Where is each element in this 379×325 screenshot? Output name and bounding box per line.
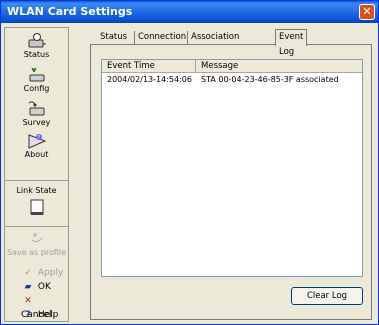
event-time-cell: 2004/02/13-14:54:06	[107, 75, 192, 84]
config-icon	[26, 66, 48, 84]
cancel-icon: ✕	[24, 296, 32, 306]
clear-log-button[interactable]: Clear Log	[291, 287, 363, 305]
survey-icon	[26, 100, 48, 118]
svg-text:?: ?	[37, 135, 40, 141]
about-icon: ?	[26, 132, 48, 150]
sidebar-item-label: Status	[23, 50, 50, 59]
title-bar[interactable]: WLAN Card Settings ✕	[1, 1, 378, 23]
divider	[5, 180, 68, 181]
event-log-list[interactable]: Event Time Message 2004/02/13-14:54:06 S…	[101, 59, 363, 277]
help-icon: ?	[25, 310, 31, 320]
apply-label: Apply	[37, 268, 64, 278]
sidebar-item-label: Config	[23, 84, 50, 93]
apply-button[interactable]: ✓ Apply	[21, 266, 63, 280]
sidebar-item-config[interactable]: Config	[5, 66, 68, 93]
sidebar-item-label: About	[24, 150, 49, 159]
ok-icon: ▰	[24, 282, 32, 292]
help-button[interactable]: ? Help	[21, 308, 58, 322]
list-header: Event Time Message	[102, 60, 362, 73]
help-label: Help	[37, 310, 59, 320]
apply-icon: ✓	[24, 268, 32, 278]
status-icon	[26, 32, 48, 50]
sidebar-item-label: Link State	[16, 186, 57, 195]
ok-button[interactable]: ▰ OK	[21, 280, 51, 294]
tab-connection[interactable]: Connection	[134, 31, 189, 45]
sidebar: Status Config Survey ? About Link State	[4, 27, 69, 322]
column-header-event-time[interactable]: Event Time	[102, 60, 196, 73]
sidebar-item-about[interactable]: ? About	[5, 132, 68, 159]
tab-association-table[interactable]: Association Table	[187, 31, 242, 55]
sidebar-item-link-state[interactable]: Link State	[5, 186, 68, 217]
save-profile-icon	[26, 230, 48, 248]
divider	[5, 226, 68, 227]
sidebar-item-survey[interactable]: Survey	[5, 100, 68, 127]
message-cell: STA 00-04-23-46-85-3F associated	[201, 75, 339, 84]
sidebar-item-save-profile[interactable]: Save as profile	[5, 230, 68, 257]
tab-status[interactable]: Status	[97, 31, 130, 45]
settings-window: WLAN Card Settings ✕ Status Config Surve…	[0, 0, 379, 325]
tab-event-log[interactable]: Event Log	[275, 29, 308, 57]
ok-label: OK	[37, 282, 51, 292]
close-icon: ✕	[362, 5, 372, 18]
event-log-panel: Event Time Message 2004/02/13-14:54:06 S…	[90, 44, 372, 320]
column-header-message[interactable]: Message	[196, 60, 362, 73]
cancel-button[interactable]: ✕ Cancel	[21, 294, 68, 320]
window-title: WLAN Card Settings	[7, 5, 133, 18]
link-state-icon	[26, 199, 48, 217]
close-button[interactable]: ✕	[359, 4, 375, 20]
sidebar-item-status[interactable]: Status	[5, 32, 68, 59]
sidebar-item-label: Save as profile	[6, 248, 67, 257]
sidebar-item-label: Survey	[22, 118, 51, 127]
main-content: Status Connection Association Table Even…	[73, 27, 376, 322]
